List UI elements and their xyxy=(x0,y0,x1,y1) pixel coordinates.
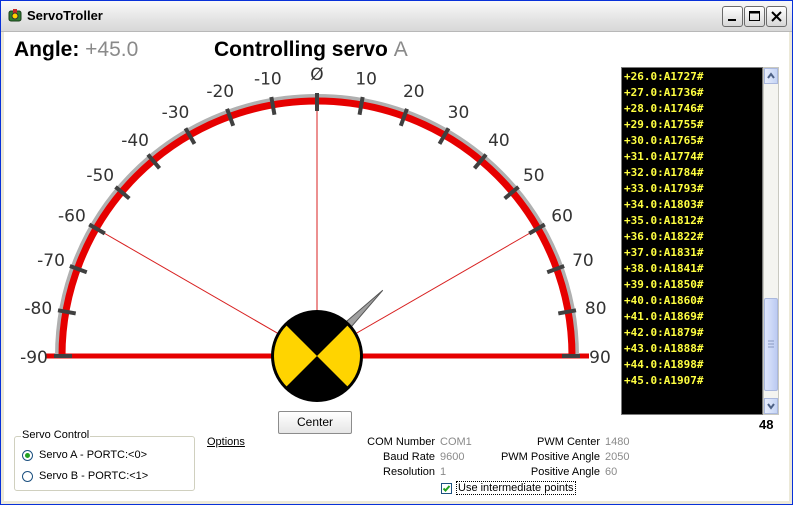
log-line: +28.0:A1746# xyxy=(624,102,704,115)
tick-label: 20 xyxy=(403,82,425,102)
maximize-icon xyxy=(749,11,760,21)
baud-rate-label: Baud Rate xyxy=(383,451,435,463)
com-number-label: COM Number xyxy=(367,436,435,448)
log-line: +37.0:A1831# xyxy=(624,246,704,259)
title-bar[interactable]: ServoTroller xyxy=(1,1,792,32)
servo-b-radio[interactable]: Servo B - PORTC:<1> xyxy=(22,470,148,482)
tick-label: -90 xyxy=(20,348,48,368)
log-line: +27.0:A1736# xyxy=(624,86,704,99)
chevron-up-icon xyxy=(767,72,775,79)
close-button[interactable] xyxy=(766,6,787,27)
log-line: +40.0:A1860# xyxy=(624,294,704,307)
log-line: +30.0:A1765# xyxy=(624,134,704,147)
pwm-center-value: 1480 xyxy=(605,436,630,448)
tick-label: 10 xyxy=(355,69,377,89)
servo-gauge[interactable]: -90 -80 -70 -60 -50 -40 -30 -20 -10 Ø 10 20 30 40 50 60… xyxy=(4,62,616,407)
log-count: 48 xyxy=(759,417,774,432)
scroll-thumb[interactable] xyxy=(764,298,778,391)
log-line: +29.0:A1755# xyxy=(624,118,704,131)
log-line: +35.0:A1812# xyxy=(624,214,704,227)
minimize-button[interactable] xyxy=(722,6,743,27)
com-number-value: COM1 xyxy=(440,436,472,448)
maximize-button[interactable] xyxy=(744,6,765,27)
center-button[interactable]: Center xyxy=(278,411,352,434)
pwm-positive-value: 2050 xyxy=(605,451,630,463)
minimize-icon xyxy=(728,19,736,21)
scroll-down-button[interactable] xyxy=(764,398,778,414)
app-window: ServoTroller Angle: +45.0 Controlling se… xyxy=(0,0,793,505)
log-line: +41.0:A1869# xyxy=(624,310,704,323)
servo-control-group: Servo Control Servo A - PORTC:<0> Servo … xyxy=(14,429,195,491)
log-line: +45.0:A1907# xyxy=(624,374,704,387)
tick-label: 40 xyxy=(488,131,510,151)
servo-b-label: Servo B - PORTC:<1> xyxy=(39,470,149,482)
tick-label: 70 xyxy=(572,251,594,271)
resolution-value: 1 xyxy=(440,466,447,478)
log-line: +39.0:A1850# xyxy=(624,278,704,291)
options-link[interactable]: Options xyxy=(207,436,245,448)
tick-label: 80 xyxy=(585,299,607,319)
tick-label: -50 xyxy=(86,166,114,186)
servo-a-label: Servo A - PORTC:<0> xyxy=(39,449,148,461)
angle-value: +45.0 xyxy=(85,38,139,61)
log-line: +33.0:A1793# xyxy=(624,182,704,195)
radio-selected-icon[interactable] xyxy=(22,449,33,461)
tick-label: Ø xyxy=(310,65,323,85)
controlling-servo-readout: Controlling servo A xyxy=(214,38,408,62)
positive-angle-label: Positive Angle xyxy=(530,466,600,478)
log-line: +32.0:A1784# xyxy=(624,166,704,179)
tick-label: -30 xyxy=(162,103,190,123)
tick-label: -70 xyxy=(37,251,65,271)
command-log: +26.0:A1727# +27.0:A1736# +28.0:A1746# +29.… xyxy=(621,67,763,415)
servo-app-icon xyxy=(8,9,22,22)
radio-unselected-icon[interactable] xyxy=(22,470,33,482)
window-title: ServoTroller xyxy=(27,8,103,23)
checkbox-checked-icon[interactable] xyxy=(441,482,452,494)
controlling-label: Controlling servo xyxy=(214,38,388,61)
positive-angle-value: 60 xyxy=(605,466,618,478)
pwm-center-label: PWM Center xyxy=(537,436,600,448)
grip-icon xyxy=(768,340,774,348)
log-line: +34.0:A1803# xyxy=(624,198,704,211)
angle-readout: Angle: +45.0 xyxy=(14,38,138,62)
log-scrollbar[interactable] xyxy=(763,67,779,415)
log-line: +38.0:A1841# xyxy=(624,262,704,275)
servo-a-radio[interactable]: Servo A - PORTC:<0> xyxy=(22,449,147,461)
log-line: +42.0:A1879# xyxy=(624,326,704,339)
baud-rate-value: 9600 xyxy=(440,451,465,463)
main-panel: Angle: +45.0 Controlling servo A -90 -80-… xyxy=(4,32,789,501)
tick-label: 50 xyxy=(523,166,545,186)
close-icon xyxy=(771,11,782,22)
chevron-down-icon xyxy=(767,403,775,410)
log-line: +44.0:A1898# xyxy=(624,358,704,371)
servo-control-title: Servo Control xyxy=(21,429,91,441)
controlling-value: A xyxy=(393,38,408,61)
log-line: +36.0:A1822# xyxy=(624,230,704,243)
tick-label: -20 xyxy=(206,82,234,102)
tick-label: -80 xyxy=(24,299,52,319)
tick-label: 60 xyxy=(551,207,573,227)
tick-label: -40 xyxy=(121,131,149,151)
intermediate-points-label: Use intermediate points xyxy=(456,481,576,495)
log-line: +43.0:A1888# xyxy=(624,342,704,355)
resolution-label: Resolution xyxy=(383,466,435,478)
pwm-positive-label: PWM Positive Angle xyxy=(500,451,600,463)
scroll-up-button[interactable] xyxy=(764,68,778,84)
tick-label: -10 xyxy=(254,69,282,89)
tick-label: 90 xyxy=(589,348,611,368)
tick-label: -60 xyxy=(58,207,86,227)
log-line: +31.0:A1774# xyxy=(624,150,704,163)
intermediate-points-checkbox[interactable]: Use intermediate points xyxy=(441,481,576,495)
log-line: +26.0:A1727# xyxy=(624,70,704,83)
angle-label: Angle: xyxy=(14,38,80,61)
tick-label: 30 xyxy=(448,103,470,123)
